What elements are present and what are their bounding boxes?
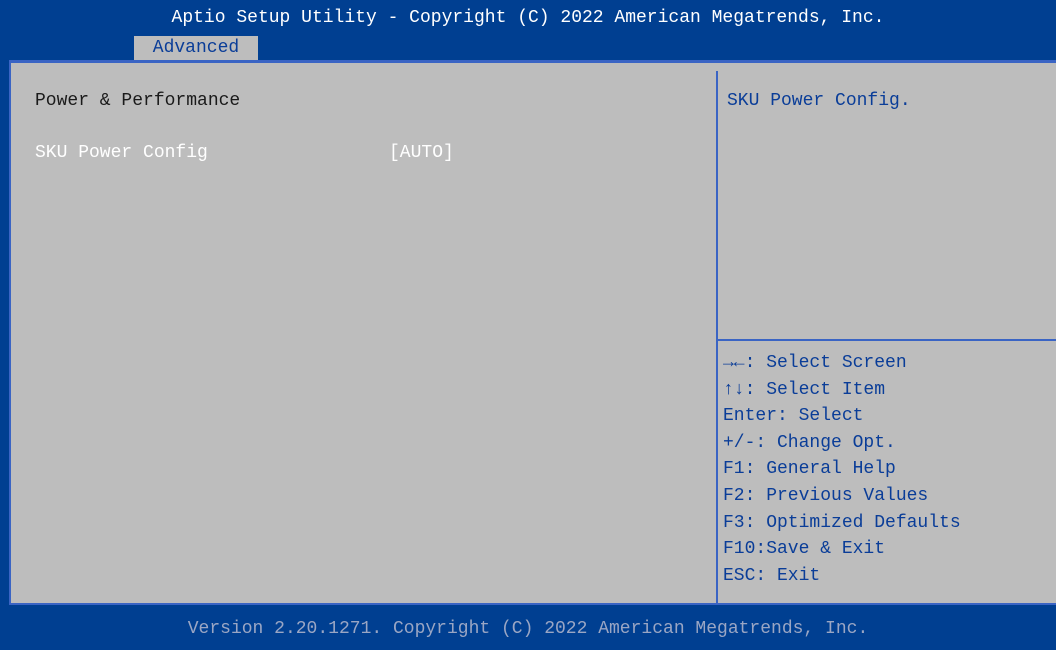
pane-divider <box>716 71 718 603</box>
version-footer: Version 2.20.1271. Copyright (C) 2022 Am… <box>0 608 1056 641</box>
key-help-previous-values: F2: Previous Values <box>723 485 929 506</box>
section-title: Power & Performance <box>35 91 241 111</box>
key-help-change-opt: +/-: Change Opt. <box>723 432 896 453</box>
settings-pane: Power & Performance SKU Power Config [AU… <box>11 63 716 603</box>
help-description: SKU Power Config. <box>727 91 911 111</box>
key-help-esc-exit: ESC: Exit <box>723 565 821 586</box>
key-help-list: →←: Select Screen ↑↓: Select Item Enter:… <box>723 350 961 589</box>
option-sku-power-config[interactable]: SKU Power Config [AUTO] <box>35 143 535 167</box>
main-panel: Power & Performance SKU Power Config [AU… <box>9 60 1056 605</box>
tab-advanced[interactable]: Advanced <box>134 36 258 60</box>
help-divider <box>718 339 1056 341</box>
title-bar: Aptio Setup Utility - Copyright (C) 2022… <box>0 0 1056 60</box>
key-help-general-help: F1: General Help <box>723 459 896 480</box>
key-help-enter: Enter: Select <box>723 406 864 427</box>
app-title: Aptio Setup Utility - Copyright (C) 2022… <box>171 8 885 28</box>
key-help-save-exit: F10:Save & Exit <box>723 539 886 560</box>
key-help-select-screen: →←: Select Screen <box>723 353 907 373</box>
key-help-select-item: ↑↓: Select Item <box>723 379 886 400</box>
option-value[interactable]: [AUTO] <box>389 143 454 163</box>
key-help-optimized-defaults: F3: Optimized Defaults <box>723 512 961 533</box>
option-label: SKU Power Config <box>35 143 208 163</box>
